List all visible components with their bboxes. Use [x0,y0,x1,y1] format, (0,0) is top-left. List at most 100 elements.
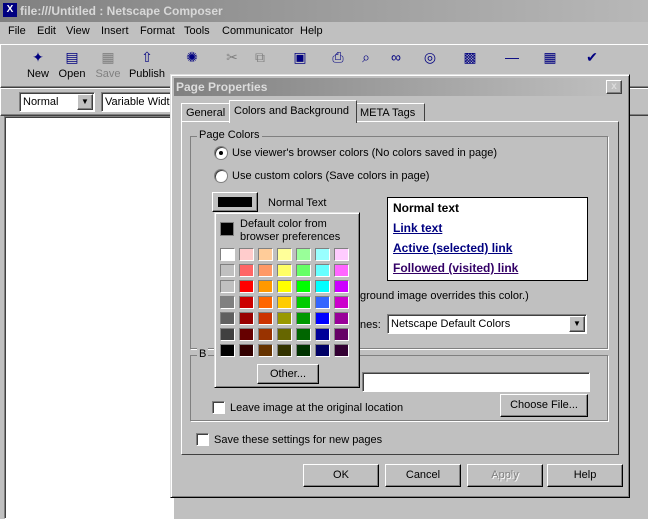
copy-button[interactable]: ⧉ [241,48,279,68]
color-swatch[interactable] [239,280,254,293]
custom-colors-label: Use custom colors (Save colors in page) [232,170,430,182]
menu-insert[interactable]: Insert [101,25,129,37]
color-swatch[interactable] [258,280,273,293]
save-button[interactable]: ▦ Save [89,48,127,80]
color-swatch[interactable] [258,328,273,341]
background-image-input[interactable] [362,372,590,392]
color-swatch[interactable] [258,344,273,357]
menu-edit[interactable]: Edit [37,25,56,37]
composer-app-icon: X [3,3,17,17]
spelling-button[interactable]: ✔ [573,48,611,68]
menu-view[interactable]: View [66,25,90,37]
color-swatch[interactable] [239,344,254,357]
menu-help[interactable]: Help [300,25,323,37]
color-swatch[interactable] [334,312,349,325]
color-swatch[interactable] [239,264,254,277]
background-note: ground image overrides this color.) [360,290,529,302]
browser-colors-radio[interactable] [214,146,228,160]
color-swatch[interactable] [315,344,330,357]
new-button[interactable]: ✦ New [19,48,57,80]
editor-canvas[interactable] [4,116,174,519]
color-schemes-select[interactable]: Netscape Default Colors ▼ [387,314,587,334]
color-swatch[interactable] [315,264,330,277]
color-picker-popup: Default color from browser preferences O… [214,212,360,388]
normal-text-color-button[interactable] [212,192,258,212]
publish-button[interactable]: ⇧ Publish [128,48,166,80]
color-swatch[interactable] [315,312,330,325]
other-color-button[interactable]: Other... [257,364,319,384]
main-title-bar[interactable]: X file:///Untitled : Netscape Composer [0,0,648,22]
color-swatch[interactable] [315,248,330,261]
ok-button[interactable]: OK [303,464,379,487]
color-swatch[interactable] [315,280,330,293]
color-swatch[interactable] [296,280,311,293]
default-color-swatch[interactable] [220,222,234,236]
color-swatch[interactable] [239,296,254,309]
color-swatch[interactable] [277,312,292,325]
color-swatch[interactable] [258,248,273,261]
chevron-down-icon[interactable]: ▼ [569,316,585,332]
color-swatch[interactable] [296,344,311,357]
color-swatch[interactable] [296,296,311,309]
menu-format[interactable]: Format [140,25,175,37]
color-swatch[interactable] [334,344,349,357]
color-swatch[interactable] [277,280,292,293]
preview-button[interactable]: ✺ [173,48,211,68]
color-swatch[interactable] [277,344,292,357]
color-swatch[interactable] [315,328,330,341]
close-icon[interactable]: x [606,80,622,94]
hline-button[interactable]: — [493,48,531,68]
color-swatch[interactable] [239,248,254,261]
menu-file[interactable]: File [8,25,26,37]
color-swatch[interactable] [277,296,292,309]
color-swatch[interactable] [220,296,235,309]
color-swatch[interactable] [277,264,292,277]
color-swatch[interactable] [258,312,273,325]
preview-icon: ✺ [186,49,198,65]
color-swatch[interactable] [277,328,292,341]
image-button[interactable]: ▩ [451,48,489,68]
tab-colors-background[interactable]: Colors and Background [229,100,357,123]
cancel-button[interactable]: Cancel [385,464,461,487]
menu-tools[interactable]: Tools [184,25,210,37]
tab-meta-tags[interactable]: META Tags [355,103,425,122]
apply-button[interactable]: Apply [467,464,543,487]
color-swatch[interactable] [220,248,235,261]
color-swatch[interactable] [334,264,349,277]
color-swatch[interactable] [334,296,349,309]
color-swatch[interactable] [334,248,349,261]
target-button[interactable]: ◎ [411,48,449,68]
open-button[interactable]: ▤ Open [53,48,91,80]
menu-communicator[interactable]: Communicator [222,25,294,37]
color-swatch[interactable] [296,264,311,277]
color-swatch[interactable] [220,312,235,325]
chevron-down-icon[interactable]: ▼ [77,94,93,110]
paste-button[interactable]: ▣ [281,48,319,68]
color-swatch[interactable] [296,312,311,325]
color-swatch[interactable] [334,328,349,341]
color-swatch[interactable] [315,296,330,309]
save-settings-checkbox[interactable] [196,433,209,446]
color-swatch[interactable] [258,264,273,277]
leave-image-checkbox[interactable] [212,401,225,414]
color-swatch[interactable] [220,280,235,293]
color-swatch[interactable] [258,296,273,309]
color-swatch[interactable] [220,344,235,357]
table-button[interactable]: ▦ [531,48,569,68]
color-swatch[interactable] [334,280,349,293]
help-button[interactable]: Help [547,464,623,487]
color-swatch[interactable] [296,248,311,261]
link-button[interactable]: ∞ [377,48,415,68]
color-swatch[interactable] [220,264,235,277]
color-swatch[interactable] [239,312,254,325]
choose-file-button[interactable]: Choose File... [500,394,588,417]
color-swatch[interactable] [296,328,311,341]
color-swatch[interactable] [277,248,292,261]
dialog-title-bar[interactable]: Page Properties x [174,78,624,96]
link-chain-icon: ∞ [391,49,401,65]
color-swatch[interactable] [239,328,254,341]
custom-colors-radio[interactable] [214,169,228,183]
paragraph-style-select[interactable]: Normal ▼ [19,92,95,112]
color-swatch[interactable] [220,328,235,341]
table-grid-icon: ▦ [543,49,557,65]
